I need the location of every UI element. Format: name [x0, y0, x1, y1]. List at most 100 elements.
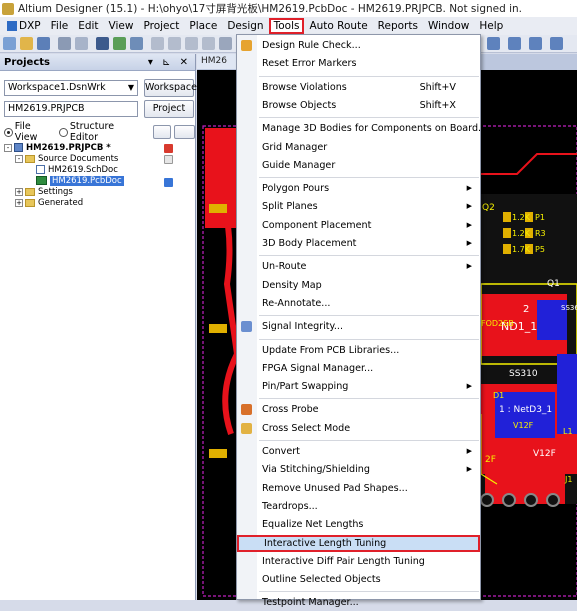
menu-item-update-from-pcb-libraries[interactable]: Update From PCB Libraries... — [237, 342, 480, 359]
workspace-select[interactable]: Workspace1.DsnWrk ▼ — [4, 80, 138, 96]
new-icon[interactable] — [3, 37, 16, 50]
menu-help[interactable]: Help — [474, 18, 508, 34]
pad-r5 — [503, 244, 511, 254]
menu-item-grid-manager[interactable]: Grid Manager — [237, 139, 480, 156]
align-icon[interactable] — [508, 37, 521, 50]
expand-icon[interactable]: + — [15, 198, 23, 207]
project-options-icon[interactable] — [153, 125, 171, 139]
menu-tools[interactable]: Tools — [268, 18, 305, 34]
menu-separator — [259, 315, 479, 317]
menu-item-signal-integrity[interactable]: Signal Integrity... — [237, 318, 480, 335]
folder-icon — [25, 198, 35, 207]
menu-label: Design — [227, 20, 264, 32]
menu-item-split-planes[interactable]: Split Planes ▶ — [237, 198, 480, 215]
menu-item-browse-violations[interactable]: Browse Violations Shift+V — [237, 79, 480, 96]
menu-item-cross-probe[interactable]: Cross Probe — [237, 401, 480, 418]
menu-item-design-rule-check[interactable]: Design Rule Check... — [237, 37, 480, 54]
tools-menu: Design Rule Check... Reset Error Markers B… — [236, 34, 487, 608]
arrange-icon[interactable] — [529, 37, 542, 50]
menu-item-browse-objects[interactable]: Browse Objects Shift+X — [237, 97, 480, 114]
menu-item-fpga-signal-manager[interactable]: FPGA Signal Manager... — [237, 360, 480, 377]
menu-auto-route[interactable]: Auto Route — [304, 18, 372, 34]
menu-item-via-stitching-shielding[interactable]: Via Stitching/Shielding ▶ — [237, 461, 480, 478]
menu-view[interactable]: View — [104, 18, 139, 34]
doc-status-icon — [164, 155, 173, 164]
menu-window[interactable]: Window — [423, 18, 474, 34]
menu-file[interactable]: File — [46, 18, 74, 34]
pad-left-1 — [209, 204, 227, 213]
menu-item-un-route[interactable]: Un-Route ▶ — [237, 258, 480, 275]
tree-item[interactable]: + Settings — [15, 186, 73, 197]
zoom-fit-icon[interactable] — [151, 37, 164, 50]
submenu-arrow-icon: ▶ — [466, 202, 472, 211]
menu-edit[interactable]: Edit — [73, 18, 103, 34]
dxp-icon — [7, 21, 17, 31]
print-preview-icon[interactable] — [75, 37, 88, 50]
panel-pin-controls[interactable]: ▾ ⊾ ✕ — [148, 57, 191, 68]
tree-item[interactable]: - Source Documents — [15, 153, 118, 164]
menu-item-remove-unused-pad-shapes[interactable]: Remove Unused Pad Shapes... — [237, 480, 480, 497]
menu-project[interactable]: Project — [138, 18, 184, 34]
menu-separator — [259, 440, 479, 441]
cut-icon[interactable] — [219, 37, 232, 50]
workspace-button[interactable]: Workspace — [144, 79, 197, 97]
projects-panel: Projects ▾ ⊾ ✕ Workspace1.DsnWrk ▼ Works… — [0, 54, 197, 600]
file-view-radio[interactable] — [4, 127, 13, 137]
menu-item-convert[interactable]: Convert ▶ — [237, 443, 480, 460]
tree-item[interactable]: + Generated — [15, 197, 83, 208]
menu-bar: DXP File Edit View Project Place Design Tools Au… — [0, 17, 577, 35]
menu-item-pin-part-swapping[interactable]: Pin/Part Swapping ▶ — [237, 378, 480, 395]
menu-reports[interactable]: Reports — [373, 18, 423, 34]
open-icon[interactable] — [20, 37, 33, 50]
menu-item-guide-manager[interactable]: Guide Manager — [237, 157, 480, 174]
zoom-area-icon[interactable] — [168, 37, 181, 50]
menu-item-interactive-length-tuning[interactable]: Interactive Length Tuning — [237, 534, 480, 552]
tree-item[interactable]: HM2619.PcbDoc — [26, 175, 124, 186]
menu-place[interactable]: Place — [184, 18, 222, 34]
tree-item[interactable]: - HM2619.PRJPCB * — [4, 142, 111, 153]
menu-item-density-map[interactable]: Density Map — [237, 277, 480, 294]
menu-item-cross-select-mode[interactable]: Cross Select Mode — [237, 420, 480, 437]
pad-r3 — [503, 228, 511, 238]
menu-item-equalize-net-lengths[interactable]: Equalize Net Lengths — [237, 516, 480, 533]
signal-integrity-icon — [241, 321, 252, 333]
zoom-filtered-icon[interactable] — [202, 37, 215, 50]
grid-icon[interactable] — [550, 37, 563, 50]
label-q1: Q1 — [547, 279, 560, 289]
project-field[interactable]: HM2619.PRJPCB — [4, 101, 138, 117]
pcb-view-icon[interactable] — [113, 37, 126, 50]
menu-dxp[interactable]: DXP — [2, 18, 46, 34]
menu-item-label: Browse Violations — [262, 81, 347, 93]
menu-item-component-placement[interactable]: Component Placement ▶ — [237, 217, 480, 234]
menu-item-testpoint-manager[interactable]: Testpoint Manager... — [237, 594, 480, 611]
expand-icon[interactable]: + — [15, 187, 23, 196]
label-r3b: R3 — [535, 229, 546, 238]
collapse-icon[interactable]: - — [4, 143, 12, 152]
menu-item-reset-error-markers[interactable]: Reset Error Markers — [237, 55, 480, 72]
menu-item-teardrops[interactable]: Teardrops... — [237, 498, 480, 515]
menu-item-outline-selected-objects[interactable]: Outline Selected Objects — [237, 571, 480, 588]
tree-item[interactable]: HM2619.SchDoc — [26, 164, 118, 175]
menu-item-manage-3d-bodies-for-components-on-board[interactable]: Manage 3D Bodies for Components on Board… — [237, 120, 487, 137]
menu-item-re-annotate[interactable]: Re-Annotate... — [237, 295, 480, 312]
zoom-icon[interactable] — [96, 37, 109, 50]
project-button[interactable]: Project — [144, 100, 194, 118]
menu-item-interactive-diff-pair-length-tuning[interactable]: Interactive Diff Pair Length Tuning — [237, 553, 480, 570]
tree-item-label: HM2619.SchDoc — [48, 164, 118, 175]
project-menu-icon[interactable] — [173, 125, 195, 139]
menu-item-label: Browse Objects — [262, 99, 337, 111]
print-icon[interactable] — [58, 37, 71, 50]
menu-item-label: Equalize Net Lengths — [262, 519, 364, 531]
altium-app-icon — [2, 2, 14, 15]
menu-item-label: Update From PCB Libraries... — [262, 344, 400, 356]
save-icon[interactable] — [37, 37, 50, 50]
submenu-arrow-icon: ▶ — [466, 465, 472, 474]
chart-icon[interactable] — [487, 37, 500, 50]
layers-icon[interactable] — [130, 37, 143, 50]
menu-item-polygon-pours[interactable]: Polygon Pours ▶ — [237, 180, 480, 197]
zoom-selected-icon[interactable] — [185, 37, 198, 50]
structure-editor-radio[interactable] — [59, 127, 68, 137]
menu-design[interactable]: Design — [222, 18, 268, 34]
menu-item-3d-body-placement[interactable]: 3D Body Placement ▶ — [237, 235, 480, 252]
collapse-icon[interactable]: - — [15, 154, 23, 163]
